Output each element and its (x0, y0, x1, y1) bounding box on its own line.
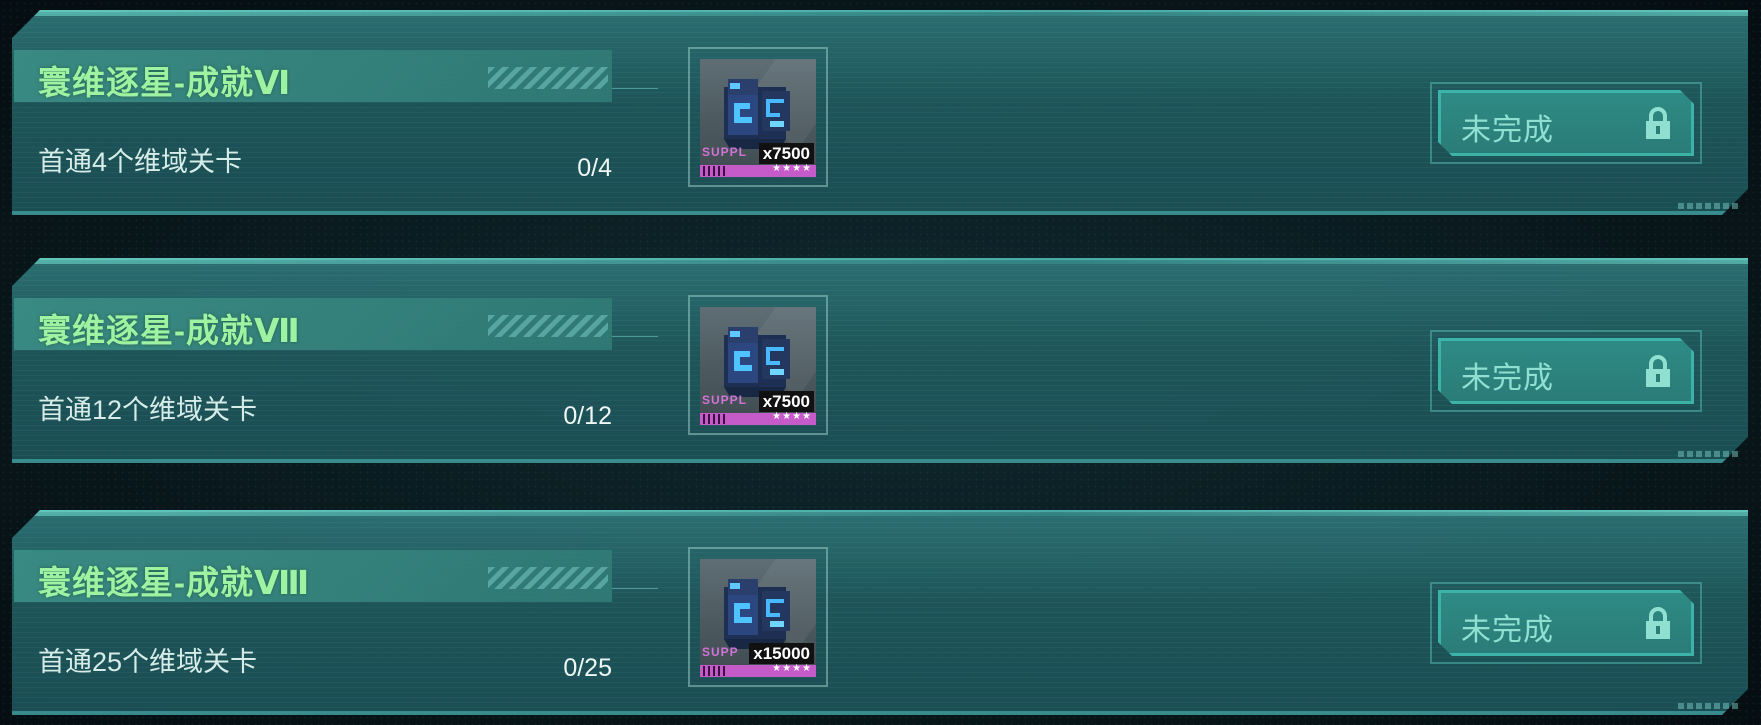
reward-item: SUPPL x7500 ★★★★ (700, 307, 816, 425)
rarity-bar: ★★★★ (700, 663, 816, 677)
reward-slot[interactable]: SUPPL x7500 ★★★★ (688, 47, 828, 187)
achievement-title: 寰维逐星-成就Ⅷ (38, 564, 311, 601)
lock-icon (1643, 607, 1673, 641)
reward-tag: SUPPL (702, 393, 748, 407)
achievement-progress: 0/25 (563, 654, 612, 682)
deco-line (612, 588, 658, 589)
reward-quantity: x7500 (758, 391, 814, 412)
corner-decoration (1678, 451, 1738, 457)
lock-icon (1643, 107, 1673, 141)
rarity-bar: ★★★★ (700, 411, 816, 425)
reward-slot[interactable]: SUPP x15000 ★★★★ (688, 547, 828, 687)
achievement-progress: 0/4 (577, 154, 612, 182)
corner-decoration (1678, 703, 1738, 709)
rarity-ticks (703, 666, 727, 676)
title-stripes (488, 67, 608, 89)
reward-quantity: x7500 (758, 143, 814, 164)
card-top-edge (34, 258, 1748, 264)
status-label: 未完成 (1461, 114, 1554, 147)
reward-quantity-strip: SUPPL x7500 (700, 143, 816, 165)
status-frame: 未完成 (1430, 582, 1702, 664)
reward-tag: SUPPL (702, 145, 748, 159)
reward-item: SUPP x15000 ★★★★ (700, 559, 816, 677)
reward-quantity-strip: SUPPL x7500 (700, 391, 816, 413)
status-button[interactable]: 未完成 (1438, 338, 1694, 404)
rarity-bar: ★★★★ (700, 163, 816, 177)
rarity-ticks (703, 414, 727, 424)
card-top-edge (34, 510, 1748, 516)
achievement-description: 首通12个维域关卡 (38, 395, 258, 425)
achievement-title: 寰维逐星-成就Ⅵ (38, 64, 292, 101)
deco-line (612, 88, 658, 89)
achievement-description: 首通25个维域关卡 (38, 647, 258, 677)
reward-tag: SUPP (702, 645, 739, 659)
rarity-ticks (703, 166, 727, 176)
reward-slot[interactable]: SUPPL x7500 ★★★★ (688, 295, 828, 435)
title-stripes (488, 315, 608, 337)
rarity-stars: ★★★★ (772, 411, 812, 422)
status-frame: 未完成 (1430, 330, 1702, 412)
title-stripes (488, 567, 608, 589)
status-label: 未完成 (1461, 362, 1554, 395)
corner-decoration (1678, 203, 1738, 209)
status-button[interactable]: 未完成 (1438, 90, 1694, 156)
rarity-stars: ★★★★ (772, 663, 812, 674)
status-frame: 未完成 (1430, 82, 1702, 164)
deco-line (612, 336, 658, 337)
achievement-list: 寰维逐星-成就Ⅵ 首通4个维域关卡 0/4 SUPPL x7500 ★★★★ 未… (0, 0, 1761, 725)
achievement-description: 首通4个维域关卡 (38, 147, 243, 177)
card-top-edge (34, 10, 1748, 16)
status-button[interactable]: 未完成 (1438, 590, 1694, 656)
reward-quantity: x15000 (749, 643, 814, 664)
achievement-card: 寰维逐星-成就Ⅷ 首通25个维域关卡 0/25 SUPP x15000 ★★★★… (12, 510, 1748, 715)
achievement-card: 寰维逐星-成就Ⅵ 首通4个维域关卡 0/4 SUPPL x7500 ★★★★ 未… (12, 10, 1748, 215)
reward-item: SUPPL x7500 ★★★★ (700, 59, 816, 177)
achievement-card: 寰维逐星-成就Ⅶ 首通12个维域关卡 0/12 SUPPL x7500 ★★★★… (12, 258, 1748, 463)
status-label: 未完成 (1461, 614, 1554, 647)
rarity-stars: ★★★★ (772, 163, 812, 174)
lock-icon (1643, 355, 1673, 389)
achievement-progress: 0/12 (563, 402, 612, 430)
achievement-title: 寰维逐星-成就Ⅶ (38, 312, 301, 349)
reward-quantity-strip: SUPP x15000 (700, 643, 816, 665)
